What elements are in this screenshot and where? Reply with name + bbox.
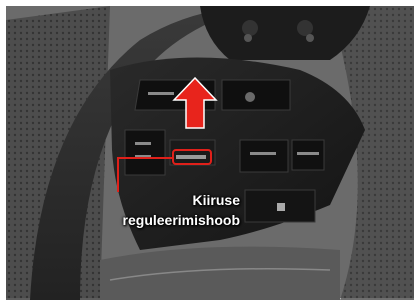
lower-panel xyxy=(100,246,340,300)
dash-button-2 xyxy=(297,20,313,36)
speed-adjust-switch-label: Kiiruse reguleerimishoob xyxy=(60,190,240,230)
steering-wheel-photo xyxy=(0,0,420,304)
speed-adjust-switch xyxy=(169,139,216,166)
cancel-button-photo xyxy=(239,139,289,173)
lane-button xyxy=(221,79,291,111)
callout-line-1: Kiiruse xyxy=(192,192,240,208)
callout-line-2: reguleerimishoob xyxy=(122,212,240,228)
distance-buttons xyxy=(124,129,166,176)
dash-button-1 xyxy=(242,20,258,36)
steering-wheel-photo-frame: Kiiruse reguleerimishoob xyxy=(0,0,420,304)
